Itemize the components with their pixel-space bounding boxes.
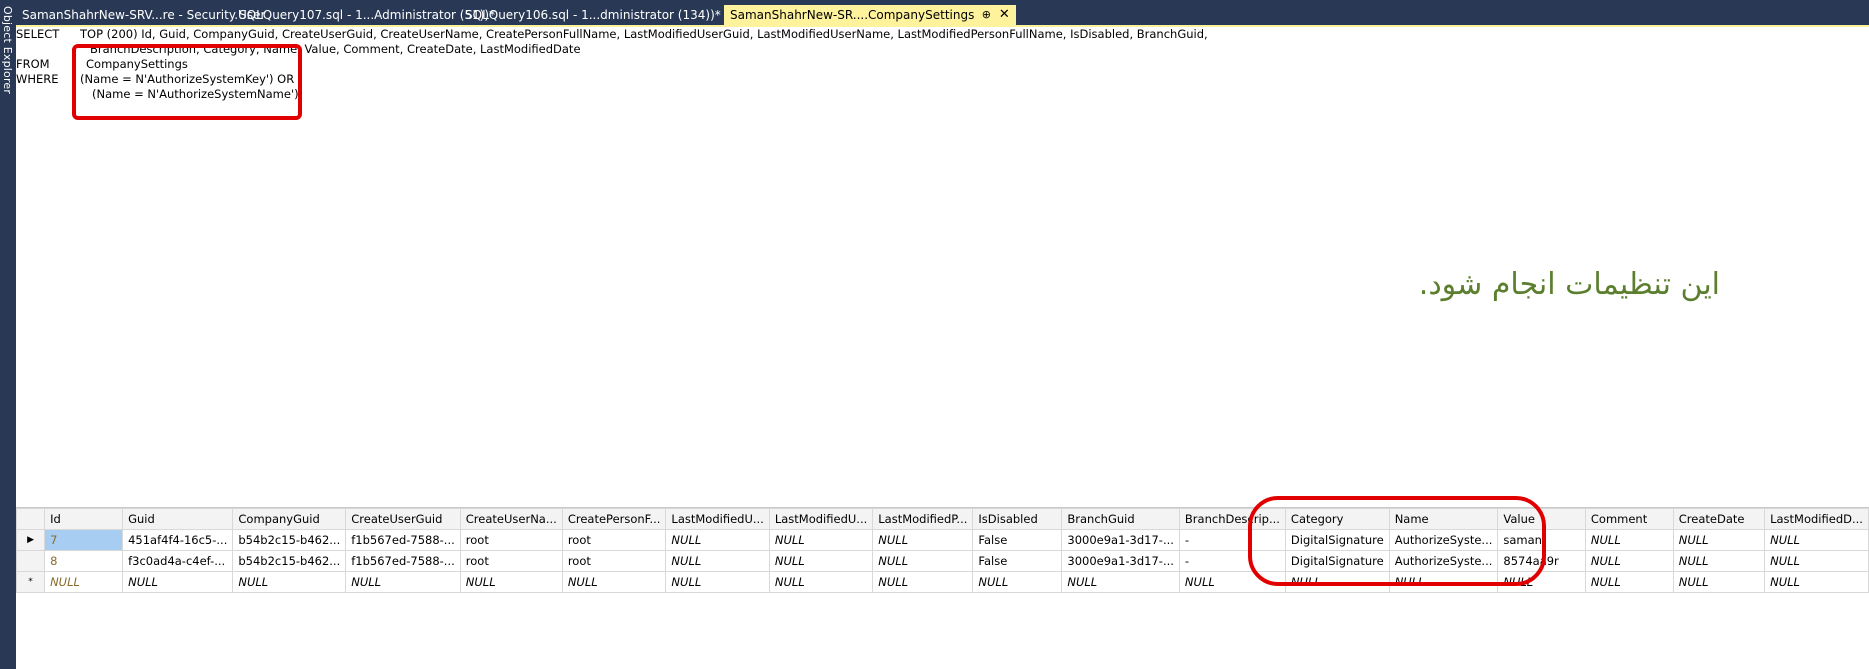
tab-sqlquery106[interactable]: SQLQuery106.sql - 1...dministrator (134)…: [459, 5, 724, 25]
column-header[interactable]: Comment: [1584, 508, 1674, 530]
pin-icon[interactable]: ⊕: [980, 5, 992, 25]
table-cell[interactable]: root: [561, 550, 667, 572]
document-tab-bar: SamanShahrNew-SRV...re - Security.User S…: [16, 0, 1869, 25]
column-header[interactable]: CompanyGuid: [232, 508, 347, 530]
table-cell[interactable]: NULL: [768, 529, 874, 551]
table-cell[interactable]: NULL: [1764, 550, 1869, 572]
results-grid[interactable]: Id Guid CompanyGuid CreateUserGuid CreateUse…: [15, 507, 1869, 669]
table-cell[interactable]: root: [459, 529, 563, 551]
column-header[interactable]: CreatePersonF...: [561, 508, 667, 530]
sql-where-keyword: WHERE: [16, 72, 59, 86]
table-cell[interactable]: False: [972, 550, 1063, 572]
table-cell[interactable]: NULL: [972, 571, 1063, 593]
column-header[interactable]: Id: [44, 508, 124, 530]
row-selector[interactable]: ▶: [15, 529, 46, 551]
table-cell[interactable]: NULL: [665, 550, 770, 572]
table-cell[interactable]: root: [459, 550, 563, 572]
results-table: Id Guid CompanyGuid CreateUserGuid CreateUse…: [15, 508, 1869, 593]
table-cell[interactable]: NULL: [1764, 571, 1869, 593]
table-cell[interactable]: NULL: [459, 571, 563, 593]
table-cell[interactable]: 7: [44, 529, 124, 551]
column-header[interactable]: LastModifiedP...: [872, 508, 974, 530]
tab-security-user[interactable]: SamanShahrNew-SRV...re - Security.User: [16, 5, 265, 25]
table-cell[interactable]: 8: [44, 550, 124, 572]
table-cell[interactable]: NULL: [665, 529, 770, 551]
table-cell[interactable]: NULL: [1672, 550, 1766, 572]
tab-label: SamanShahrNew-SR....CompanySettings: [730, 8, 975, 22]
table-cell[interactable]: NULL: [561, 571, 667, 593]
table-cell[interactable]: 451af4f4-16c5-...: [122, 529, 234, 551]
annotation-persian-text: این تنظیمات انجام شود.: [1418, 267, 1720, 302]
table-cell[interactable]: NULL: [872, 550, 974, 572]
table-cell[interactable]: NULL: [44, 571, 124, 593]
sql-from-keyword: FROM: [16, 57, 50, 71]
table-cell[interactable]: NULL: [665, 571, 770, 593]
table-cell[interactable]: f1b567ed-7588-...: [345, 529, 461, 551]
object-explorer-label[interactable]: Object Explorer: [1, 6, 14, 94]
tab-label: SQLQuery107.sql - 1...Administrator (51)…: [239, 8, 496, 22]
grid-corner[interactable]: [15, 508, 46, 530]
tab-sqlquery107[interactable]: SQLQuery107.sql - 1...Administrator (51)…: [233, 5, 495, 25]
table-cell[interactable]: False: [972, 529, 1063, 551]
table-row[interactable]: 8 f3c0ad4a-c4ef-... b54b2c15-b462... f1b567…: [15, 550, 1869, 572]
row-selector[interactable]: [15, 550, 46, 572]
table-cell[interactable]: NULL: [232, 571, 347, 593]
column-header[interactable]: LastModifiedD...: [1764, 508, 1869, 530]
tab-company-settings[interactable]: SamanShahrNew-SR....CompanySettings ⊕ ✕: [724, 5, 1017, 25]
tab-label: SamanShahrNew-SRV...re - Security.User: [22, 8, 266, 22]
table-cell[interactable]: NULL: [768, 571, 874, 593]
row-selector[interactable]: *: [15, 571, 46, 593]
object-explorer-strip[interactable]: Object Explorer: [0, 0, 16, 669]
table-cell[interactable]: NULL: [1672, 529, 1766, 551]
close-icon[interactable]: ✕: [998, 5, 1010, 25]
table-cell[interactable]: b54b2c15-b462...: [232, 550, 347, 572]
table-cell[interactable]: 3000e9a1-3d17-...: [1061, 550, 1180, 572]
table-cell[interactable]: NULL: [345, 571, 461, 593]
sql-select-columns-line1: TOP (200) Id, Guid, CompanyGuid, CreateU…: [80, 27, 1208, 41]
table-cell[interactable]: f3c0ad4a-c4ef-...: [122, 550, 234, 572]
table-cell[interactable]: root: [561, 529, 667, 551]
table-cell[interactable]: NULL: [122, 571, 234, 593]
table-row[interactable]: ▶ 7 451af4f4-16c5-... b54b2c15-b462... f1b56…: [15, 529, 1869, 551]
sql-select-keyword: SELECT: [16, 27, 60, 41]
column-header[interactable]: Guid: [122, 508, 234, 530]
annotation-circle-category-name-value: [1248, 496, 1546, 586]
column-header[interactable]: CreateUserNa...: [459, 508, 563, 530]
table-cell[interactable]: b54b2c15-b462...: [232, 529, 347, 551]
annotation-box-where-clause: [72, 44, 302, 120]
table-cell[interactable]: NULL: [1061, 571, 1180, 593]
table-cell[interactable]: NULL: [1584, 529, 1674, 551]
column-header[interactable]: LastModifiedU...: [768, 508, 874, 530]
table-row[interactable]: * NULL NULL NULL NULL NULL NULL NULL NULL NULL NUL…: [15, 571, 1869, 593]
table-cell[interactable]: NULL: [1672, 571, 1766, 593]
table-cell[interactable]: 3000e9a1-3d17-...: [1061, 529, 1180, 551]
tab-label: SQLQuery106.sql - 1...dministrator (134)…: [465, 8, 721, 22]
table-cell[interactable]: NULL: [872, 529, 974, 551]
table-cell[interactable]: f1b567ed-7588-...: [345, 550, 461, 572]
table-cell[interactable]: NULL: [1584, 550, 1674, 572]
column-header[interactable]: BranchGuid: [1061, 508, 1180, 530]
column-header[interactable]: LastModifiedU...: [665, 508, 770, 530]
column-header[interactable]: CreateUserGuid: [345, 508, 461, 530]
table-cell[interactable]: NULL: [768, 550, 874, 572]
table-cell[interactable]: NULL: [872, 571, 974, 593]
table-cell[interactable]: NULL: [1584, 571, 1674, 593]
table-cell[interactable]: NULL: [1764, 529, 1869, 551]
column-header[interactable]: CreateDate: [1672, 508, 1766, 530]
column-header[interactable]: IsDisabled: [972, 508, 1063, 530]
